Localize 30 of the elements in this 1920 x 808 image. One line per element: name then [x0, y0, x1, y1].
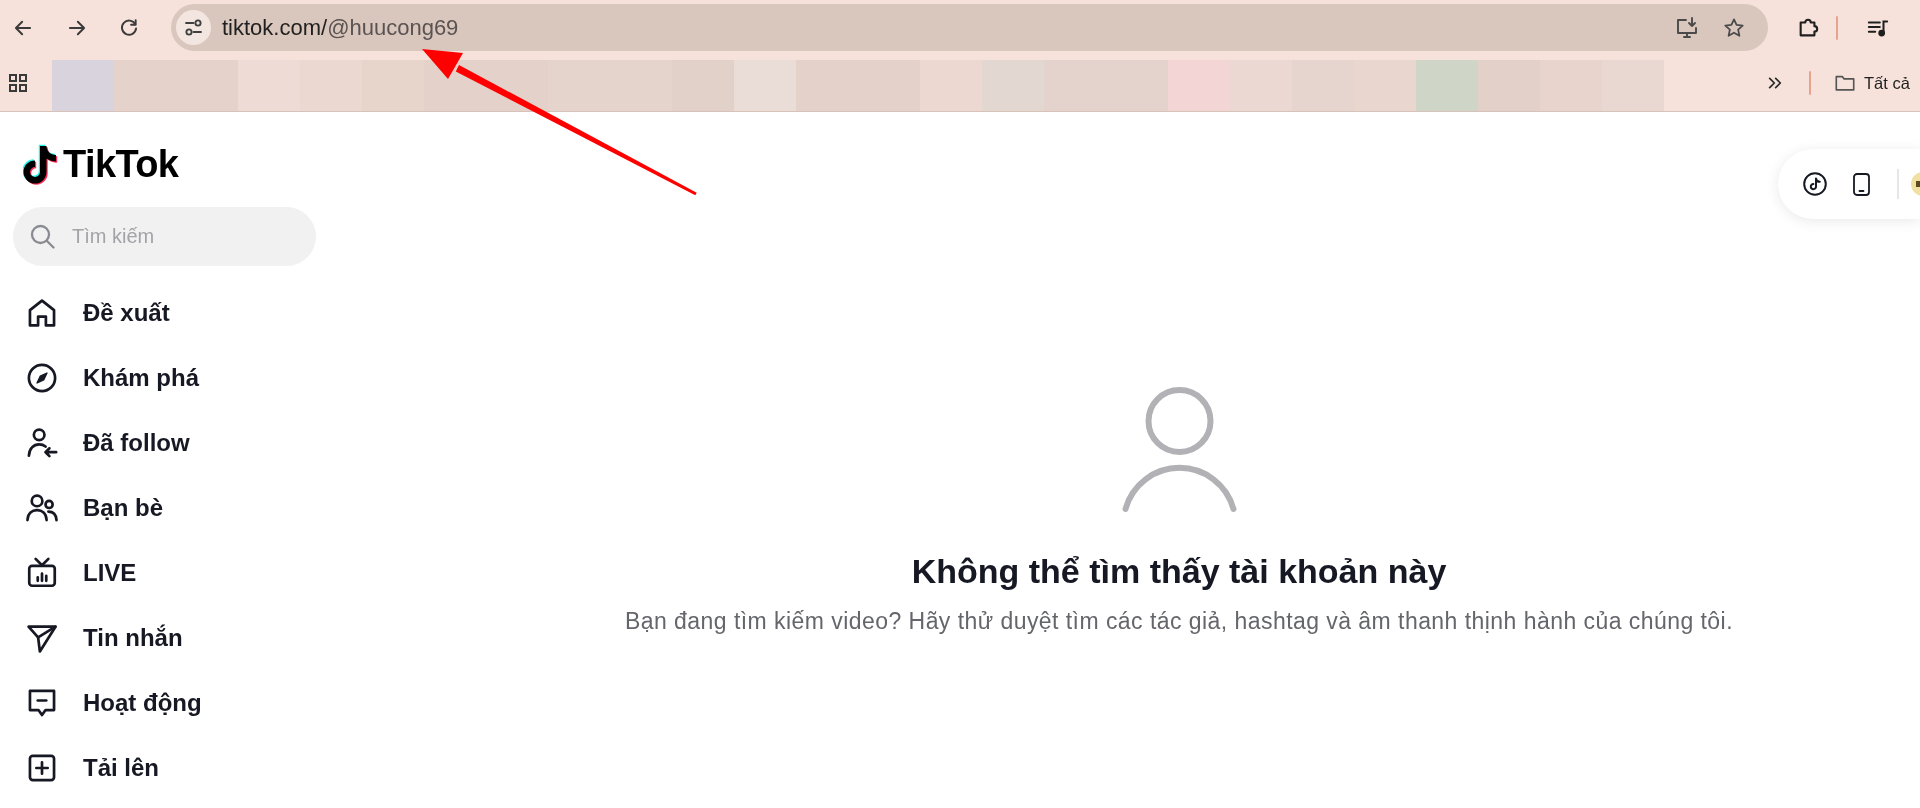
address-bar[interactable]: tiktok.com/@huucong69 [171, 4, 1768, 51]
compass-icon [25, 361, 59, 395]
search-field[interactable]: Tìm kiếm [13, 206, 316, 266]
music-note-icon [23, 143, 60, 185]
nav-item[interactable]: Bạn bè [13, 475, 169, 541]
empty-state-title: Không thể tìm thấy tài khoản này [911, 551, 1447, 592]
nav-item[interactable]: Đề xuất [13, 280, 176, 346]
phone-icon[interactable] [1853, 172, 1870, 196]
nav-item[interactable]: Đã follow [13, 410, 196, 476]
grid-icon[interactable] [8, 73, 28, 93]
music-note-circle-icon[interactable] [1803, 172, 1827, 196]
double-chevron-icon[interactable] [1767, 75, 1783, 91]
person-icon [1121, 384, 1237, 514]
star-icon[interactable] [1723, 16, 1745, 39]
nav-item[interactable]: Khám phá [13, 345, 205, 411]
tv-icon [25, 556, 59, 590]
search-icon [30, 223, 55, 249]
bookmark-folder[interactable]: Tất cả [1834, 72, 1910, 94]
puzzle-icon[interactable] [1797, 16, 1819, 39]
monitor-download-icon[interactable] [1675, 15, 1699, 40]
empty-state-message: Bạn đang tìm kiếm video? Hãy thử duyệt tìm các tác giả, hashtag và âm thanh thịnh hành của chúng tôi. [625, 608, 1733, 635]
nav-item[interactable]: Tin nhắn [13, 605, 189, 671]
url-text: tiktok.com/@huucong69 [222, 14, 459, 41]
nav-item[interactable]: Hoạt động [13, 670, 208, 736]
nav-item[interactable]: LIVE [13, 540, 143, 606]
tiktok-logo[interactable]: TikTok [23, 140, 179, 188]
nav-item[interactable]: Tải lên [13, 735, 166, 801]
person-arrow-icon [25, 426, 59, 460]
sliders-icon[interactable] [176, 10, 211, 45]
reload-icon[interactable] [119, 17, 139, 38]
